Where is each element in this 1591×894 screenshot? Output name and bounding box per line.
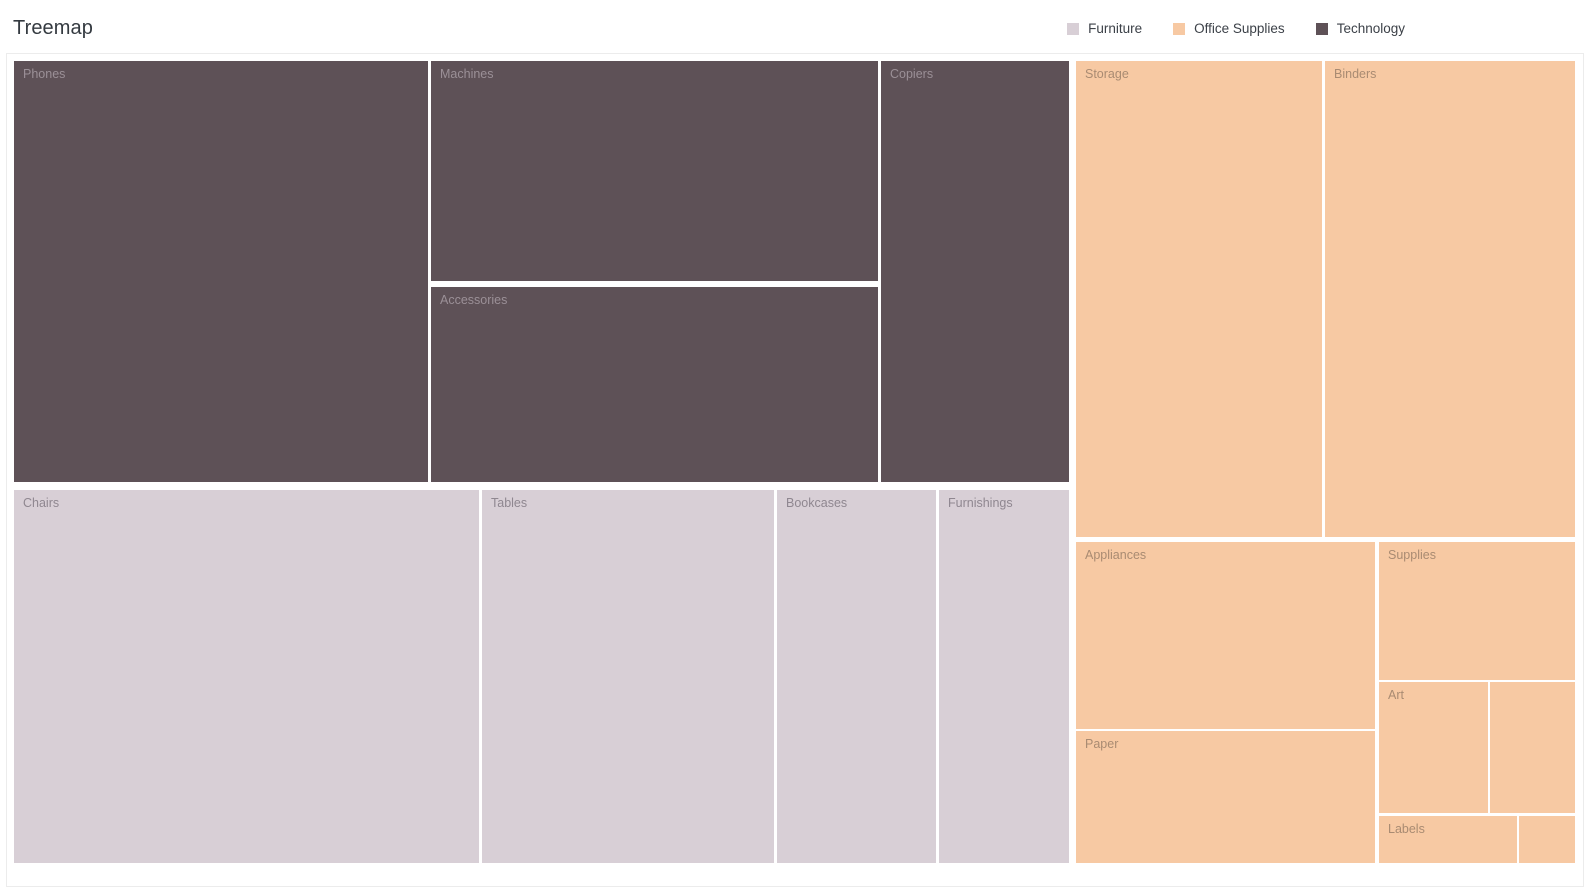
treemap-tile-label: Phones (23, 67, 66, 81)
treemap-tile-label: Labels (1388, 822, 1425, 836)
treemap-tile-label: Appliances (1085, 548, 1147, 562)
treemap-tile-paper[interactable]: Paper (1076, 731, 1375, 863)
treemap-tile-label: Binders (1334, 67, 1377, 81)
treemap-tile-label: Storage (1085, 67, 1129, 81)
treemap-tile-copiers[interactable]: Copiers (881, 61, 1069, 482)
treemap-tile-label: Art (1388, 688, 1404, 702)
treemap-tile-label: Bookcases (786, 496, 848, 510)
treemap-tile-unlabeled-14[interactable] (1490, 682, 1575, 813)
treemap-tile-labels[interactable]: Labels (1379, 816, 1517, 863)
treemap-tile-label: Copiers (890, 67, 934, 81)
treemap-tile-label: Machines (440, 67, 494, 81)
treemap-tile-unlabeled-16[interactable] (1519, 816, 1575, 863)
treemap-tile-label: Furnishings (948, 496, 1013, 510)
treemap-tile-art[interactable]: Art (1379, 682, 1488, 813)
treemap-tile-accessories[interactable]: Accessories (431, 287, 878, 482)
treemap-tile-tables[interactable]: Tables (482, 490, 774, 863)
treemap-tile-phones[interactable]: Phones (14, 61, 428, 482)
treemap-tile-label: Accessories (440, 293, 508, 307)
treemap-tile-furnishings[interactable]: Furnishings (939, 490, 1069, 863)
treemap-tile-bookcases[interactable]: Bookcases (777, 490, 936, 863)
treemap-tile-binders[interactable]: Binders (1325, 61, 1575, 537)
treemap-tile-supplies[interactable]: Supplies (1379, 542, 1575, 680)
treemap-tile-label: Tables (491, 496, 528, 510)
treemap-tile-machines[interactable]: Machines (431, 61, 878, 281)
treemap-visualization: Treemap Furniture Office Supplies Technolo… (0, 0, 1591, 894)
treemap-tile-chairs[interactable]: Chairs (14, 490, 479, 863)
treemap-tile-label: Paper (1085, 737, 1119, 751)
treemap-tile-label: Supplies (1388, 548, 1436, 562)
treemap-tile-label: Chairs (23, 496, 60, 510)
treemap-tiles: Phones Machines Accessories Copiers Chairs Ta… (0, 0, 1591, 894)
treemap-tile-storage[interactable]: Storage (1076, 61, 1322, 537)
treemap-tile-appliances[interactable]: Appliances (1076, 542, 1375, 729)
